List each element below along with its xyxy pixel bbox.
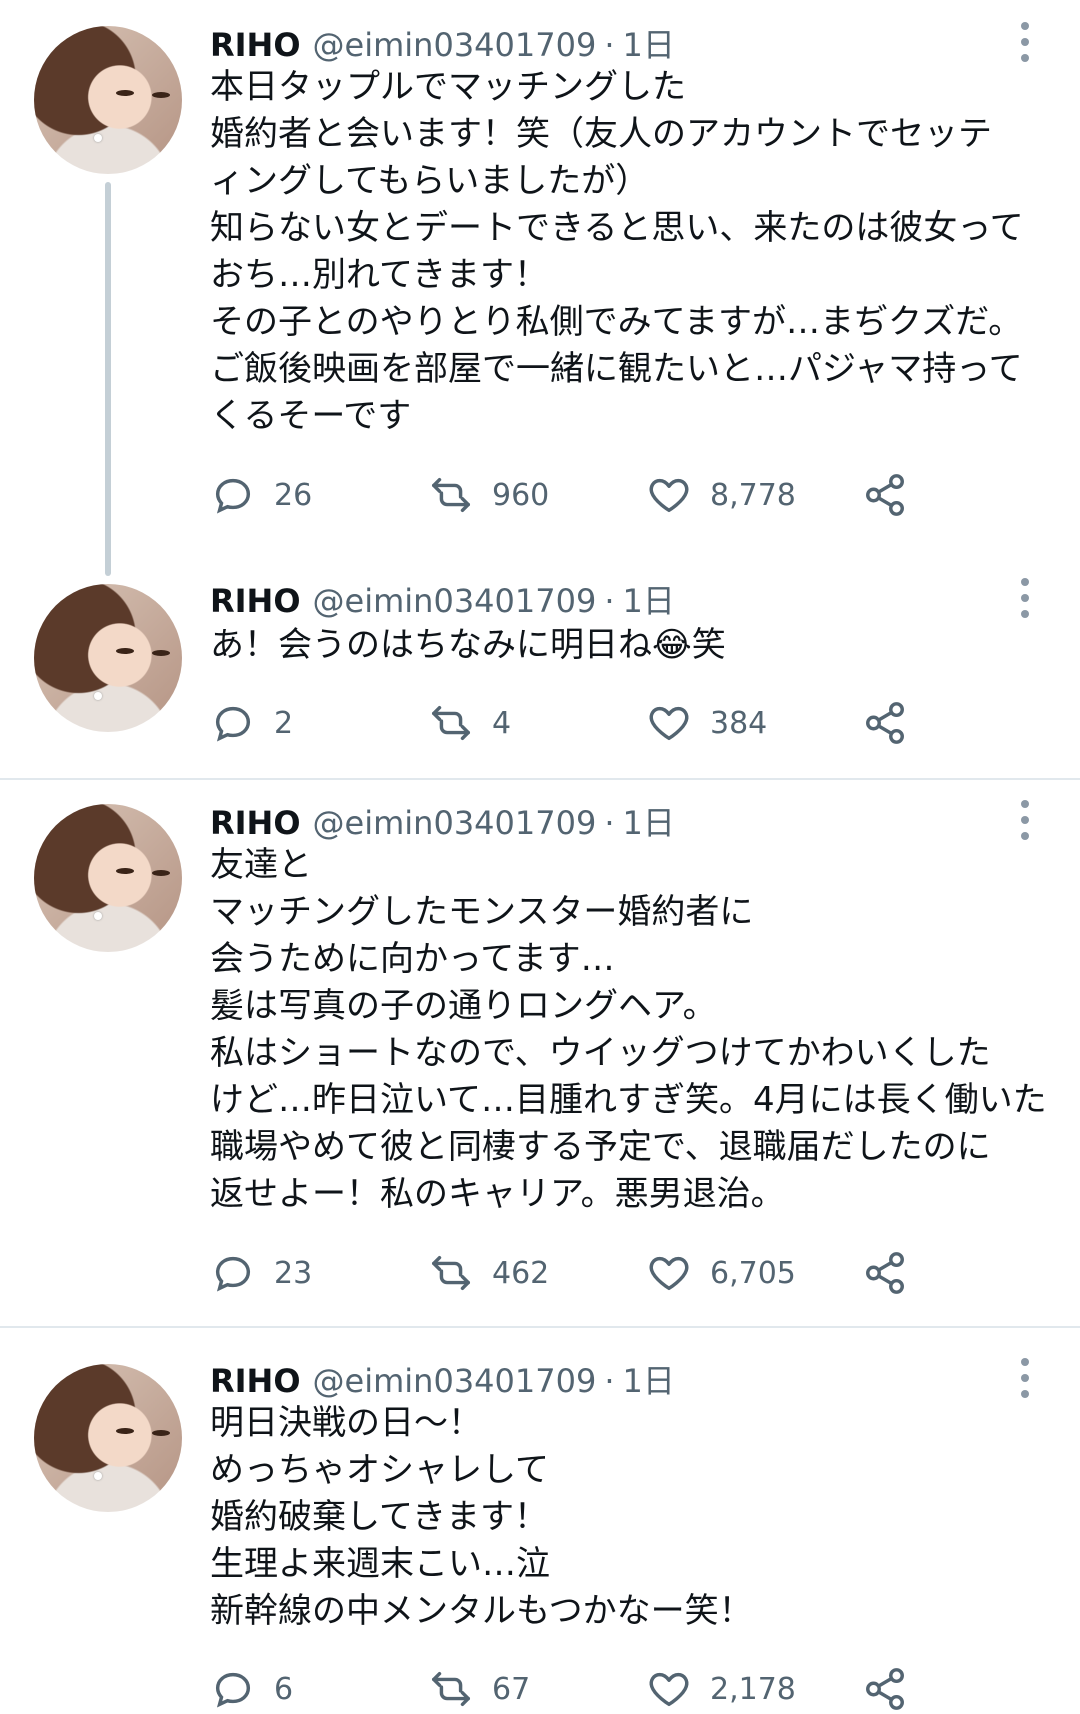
tweet-timestamp[interactable]: 1日 xyxy=(623,20,675,66)
share-button[interactable] xyxy=(862,698,926,748)
tweet-actions: 23 462 6,705 xyxy=(210,1248,930,1298)
author-handle[interactable]: @eimin03401709 xyxy=(313,1362,597,1400)
tweet-timestamp[interactable]: 1日 xyxy=(623,1356,675,1402)
retweet-icon xyxy=(432,705,470,741)
tweet-header: RIHO @eimin03401709 · 1日 xyxy=(210,1356,675,1400)
author-name[interactable]: RIHO xyxy=(210,582,301,620)
like-button[interactable]: 2,178 xyxy=(646,1664,796,1714)
more-vertical-icon[interactable] xyxy=(1010,800,1040,840)
tweet[interactable]: RIHO @eimin03401709 · 1日 あ！会うのはちなみに明日ね😂笑… xyxy=(0,560,1080,778)
retweet-button[interactable]: 960 xyxy=(428,470,549,520)
like-count: 384 xyxy=(710,705,768,741)
tweet-text: 友達と マッチングしたモンスター婚約者に 会うために向かってます… 髪は写真の子… xyxy=(210,845,1047,1214)
share-icon xyxy=(866,702,904,744)
tweet-header: RIHO @eimin03401709 · 1日 xyxy=(210,20,675,64)
author-handle[interactable]: @eimin03401709 xyxy=(313,26,597,64)
reply-count: 26 xyxy=(274,477,313,513)
heart-icon xyxy=(649,1672,689,1707)
tweet-actions: 26 960 8,778 xyxy=(210,470,930,520)
reply-button[interactable]: 6 xyxy=(210,1664,293,1714)
author-handle[interactable]: @eimin03401709 xyxy=(313,582,597,620)
tweet-actions: 6 67 2,178 xyxy=(210,1664,930,1714)
like-button[interactable]: 8,778 xyxy=(646,470,796,520)
more-vertical-icon[interactable] xyxy=(1010,578,1040,618)
like-count: 2,178 xyxy=(710,1671,796,1707)
retweet-button[interactable]: 67 xyxy=(428,1664,530,1714)
reply-icon xyxy=(215,706,251,742)
header-separator: · xyxy=(604,26,615,64)
reply-icon xyxy=(215,478,251,514)
heart-icon xyxy=(649,478,689,513)
header-separator: · xyxy=(604,582,615,620)
tweet-header: RIHO @eimin03401709 · 1日 xyxy=(210,798,675,842)
heart-icon xyxy=(649,1256,689,1291)
share-button[interactable] xyxy=(862,1248,926,1298)
retweet-button[interactable]: 462 xyxy=(428,1248,549,1298)
share-button[interactable] xyxy=(862,470,926,520)
like-count: 8,778 xyxy=(710,477,796,513)
retweet-count: 4 xyxy=(492,705,512,741)
share-icon xyxy=(866,474,904,516)
tweet-timestamp[interactable]: 1日 xyxy=(623,576,675,622)
tweet-header: RIHO @eimin03401709 · 1日 xyxy=(210,576,675,620)
like-count: 6,705 xyxy=(710,1255,796,1291)
tweet[interactable]: RIHO @eimin03401709 · 1日 明日決戦の日〜！ めっちゃオシ… xyxy=(0,1328,1080,1710)
tweet-timestamp[interactable]: 1日 xyxy=(623,798,675,844)
retweet-icon xyxy=(432,1671,470,1707)
tweet-text: あ！会うのはちなみに明日ね😂笑 xyxy=(210,625,726,665)
author-handle[interactable]: @eimin03401709 xyxy=(313,804,597,842)
tweet-text: 明日決戦の日〜！ めっちゃオシャレして 婚約破棄してきます！ 生理よ来週末こい…… xyxy=(210,1403,753,1631)
share-icon xyxy=(866,1668,904,1710)
retweet-button[interactable]: 4 xyxy=(428,698,511,748)
more-vertical-icon[interactable] xyxy=(1010,1358,1040,1398)
reply-count: 6 xyxy=(274,1671,294,1707)
heart-icon xyxy=(649,706,689,741)
reply-count: 2 xyxy=(274,705,294,741)
tweet-feed: RIHO @eimin03401709 · 1日 本日タップルでマッチングした … xyxy=(0,0,1080,1710)
author-name[interactable]: RIHO xyxy=(210,1362,301,1400)
reply-button[interactable]: 23 xyxy=(210,1248,312,1298)
share-icon xyxy=(866,1252,904,1294)
retweet-count: 462 xyxy=(492,1255,550,1291)
avatar[interactable] xyxy=(34,804,182,952)
like-button[interactable]: 6,705 xyxy=(646,1248,796,1298)
tweet[interactable]: RIHO @eimin03401709 · 1日 友達と マッチングしたモンスタ… xyxy=(0,780,1080,1326)
header-separator: · xyxy=(604,804,615,842)
reply-button[interactable]: 2 xyxy=(210,698,293,748)
tweet-text: 本日タップルでマッチングした 婚約者と会います！笑（友人のアカウントでセッテ ィ… xyxy=(210,67,1024,436)
reply-count: 23 xyxy=(274,1255,313,1291)
header-separator: · xyxy=(604,1362,615,1400)
more-vertical-icon[interactable] xyxy=(1010,22,1040,62)
author-name[interactable]: RIHO xyxy=(210,26,301,64)
avatar[interactable] xyxy=(34,26,182,174)
avatar[interactable] xyxy=(34,1364,182,1512)
retweet-count: 960 xyxy=(492,477,550,513)
share-button[interactable] xyxy=(862,1664,926,1714)
author-name[interactable]: RIHO xyxy=(210,804,301,842)
retweet-count: 67 xyxy=(492,1671,531,1707)
tweet-actions: 2 4 384 xyxy=(210,698,930,748)
like-button[interactable]: 384 xyxy=(646,698,767,748)
reply-icon xyxy=(215,1256,251,1292)
retweet-icon xyxy=(432,1255,470,1291)
retweet-icon xyxy=(432,477,470,513)
reply-button[interactable]: 26 xyxy=(210,470,312,520)
reply-icon xyxy=(215,1672,251,1708)
tweet[interactable]: RIHO @eimin03401709 · 1日 本日タップルでマッチングした … xyxy=(0,0,1080,560)
avatar[interactable] xyxy=(34,584,182,732)
